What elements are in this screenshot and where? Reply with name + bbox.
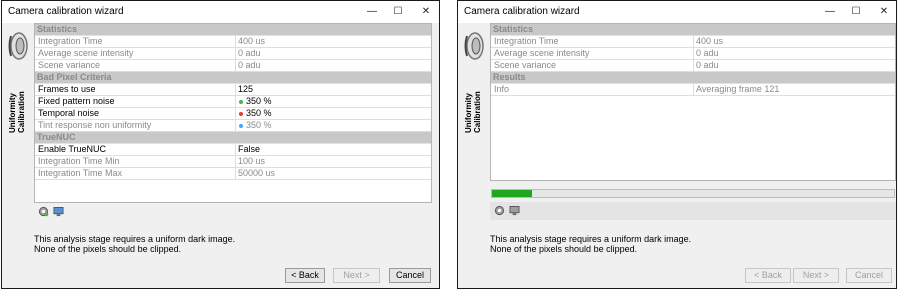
cancel-button[interactable]: Cancel bbox=[846, 268, 892, 283]
titlebar: Camera calibration wizard — ☐ ✕ bbox=[2, 1, 439, 23]
status-dot-icon bbox=[239, 112, 243, 116]
toolbar bbox=[490, 202, 896, 220]
sidebar-vertical-label: Uniformity Calibration bbox=[461, 67, 485, 137]
sidebar-label-line1: Uniformity bbox=[8, 92, 17, 133]
message-line1: This analysis stage requires a uniform d… bbox=[34, 234, 236, 244]
property-row[interactable]: Tint response non uniformity 350 % bbox=[35, 120, 431, 132]
property-name: Tint response non uniformity bbox=[38, 120, 152, 130]
property-value[interactable]: 50000 us bbox=[235, 168, 275, 179]
property-name: Average scene intensity bbox=[494, 48, 590, 58]
property-name: Frames to use bbox=[38, 84, 96, 94]
minimize-icon[interactable]: — bbox=[818, 4, 842, 20]
message-line2: None of the pixels should be clipped. bbox=[34, 244, 182, 254]
minimize-icon[interactable]: — bbox=[360, 4, 384, 20]
next-button[interactable]: Next > bbox=[793, 268, 839, 283]
camera-lens-icon bbox=[464, 32, 484, 60]
sidebar-label-line1: Uniformity bbox=[464, 92, 473, 133]
monitor-icon[interactable] bbox=[509, 205, 520, 216]
status-dot-icon bbox=[239, 124, 243, 128]
property-name: Scene variance bbox=[494, 60, 557, 70]
property-grid: Statistics Integration Time 400 us Average … bbox=[490, 23, 896, 181]
property-row[interactable]: Integration Time Min 100 us bbox=[35, 156, 431, 168]
property-name: Average scene intensity bbox=[38, 48, 134, 58]
group-header[interactable]: Results bbox=[491, 72, 895, 84]
close-icon[interactable]: ✕ bbox=[872, 4, 896, 20]
property-value[interactable]: 400 us bbox=[693, 36, 723, 47]
property-value[interactable]: 400 us bbox=[235, 36, 265, 47]
property-name: Integration Time bbox=[38, 36, 103, 46]
property-row[interactable]: Scene variance 0 adu bbox=[491, 60, 895, 72]
camera-lens-icon bbox=[8, 32, 28, 60]
group-header[interactable]: Statistics bbox=[35, 24, 431, 36]
group-header[interactable]: Statistics bbox=[491, 24, 895, 36]
property-grid: Statistics Integration Time 400 us Average … bbox=[34, 23, 432, 203]
monitor-icon[interactable] bbox=[53, 206, 64, 217]
toolbar bbox=[34, 203, 432, 221]
property-name: Enable TrueNUC bbox=[38, 144, 107, 154]
sidebar-label-line2: Calibration bbox=[473, 91, 482, 133]
property-name: Temporal noise bbox=[38, 108, 100, 118]
calibration-window-left: Camera calibration wizard — ☐ ✕ Uniformi… bbox=[1, 0, 440, 289]
property-value[interactable]: False bbox=[235, 144, 260, 155]
progress-bar bbox=[491, 189, 895, 198]
instruction-message: This analysis stage requires a uniform d… bbox=[34, 234, 235, 254]
settings-gear-icon[interactable] bbox=[494, 205, 505, 216]
close-icon[interactable]: ✕ bbox=[414, 4, 438, 20]
window-title: Camera calibration wizard bbox=[8, 6, 124, 17]
maximize-icon[interactable]: ☐ bbox=[386, 4, 410, 20]
group-header[interactable]: Bad Pixel Criteria bbox=[35, 72, 431, 84]
property-row[interactable]: Scene variance 0 adu bbox=[35, 60, 431, 72]
sidebar-label-line2: Calibration bbox=[17, 91, 26, 133]
instruction-message: This analysis stage requires a uniform d… bbox=[490, 234, 691, 254]
back-button[interactable]: < Back bbox=[745, 268, 791, 283]
sidebar: Uniformity Calibration bbox=[2, 23, 32, 288]
progress-fill bbox=[492, 190, 533, 197]
property-value[interactable]: 125 bbox=[235, 84, 253, 95]
group-header[interactable]: TrueNUC bbox=[35, 132, 431, 144]
window-title: Camera calibration wizard bbox=[464, 6, 580, 17]
property-value[interactable]: 0 adu bbox=[693, 60, 719, 71]
titlebar: Camera calibration wizard — ☐ ✕ bbox=[458, 1, 896, 23]
message-line1: This analysis stage requires a uniform d… bbox=[490, 234, 692, 244]
message-line2: None of the pixels should be clipped. bbox=[490, 244, 638, 254]
property-row[interactable]: Enable TrueNUC False bbox=[35, 144, 431, 156]
property-row[interactable]: Temporal noise 350 % bbox=[35, 108, 431, 120]
property-row[interactable]: Info Averaging frame 121 bbox=[491, 84, 895, 96]
cancel-button[interactable]: Cancel bbox=[389, 268, 431, 283]
sidebar-vertical-label: Uniformity Calibration bbox=[5, 67, 29, 137]
property-name: Scene variance bbox=[38, 60, 101, 70]
property-value[interactable]: 0 adu bbox=[235, 48, 261, 59]
property-row[interactable]: Frames to use 125 bbox=[35, 84, 431, 96]
back-button[interactable]: < Back bbox=[285, 268, 325, 283]
property-name: Integration Time bbox=[494, 36, 559, 46]
settings-gear-icon[interactable] bbox=[38, 206, 49, 217]
next-button[interactable]: Next > bbox=[333, 268, 380, 283]
property-name: Integration Time Max bbox=[38, 168, 123, 178]
property-name: Fixed pattern noise bbox=[38, 96, 115, 106]
status-dot-icon bbox=[239, 100, 243, 104]
property-name: Info bbox=[494, 84, 510, 94]
sidebar: Uniformity Calibration bbox=[458, 23, 488, 288]
property-row[interactable]: Average scene intensity 0 adu bbox=[35, 48, 431, 60]
property-value[interactable]: 100 us bbox=[235, 156, 265, 167]
property-value[interactable]: 0 adu bbox=[235, 60, 261, 71]
property-row[interactable]: Integration Time Max 50000 us bbox=[35, 168, 431, 180]
property-value[interactable]: 0 adu bbox=[693, 48, 719, 59]
property-row[interactable]: Fixed pattern noise 350 % bbox=[35, 96, 431, 108]
property-row[interactable]: Average scene intensity 0 adu bbox=[491, 48, 895, 60]
property-row[interactable]: Integration Time 400 us bbox=[35, 36, 431, 48]
property-row[interactable]: Integration Time 400 us bbox=[491, 36, 895, 48]
maximize-icon[interactable]: ☐ bbox=[844, 4, 868, 20]
calibration-window-right: Camera calibration wizard — ☐ ✕ Uniformi… bbox=[457, 0, 897, 289]
property-value[interactable]: Averaging frame 121 bbox=[693, 84, 779, 95]
property-name: Integration Time Min bbox=[38, 156, 120, 166]
